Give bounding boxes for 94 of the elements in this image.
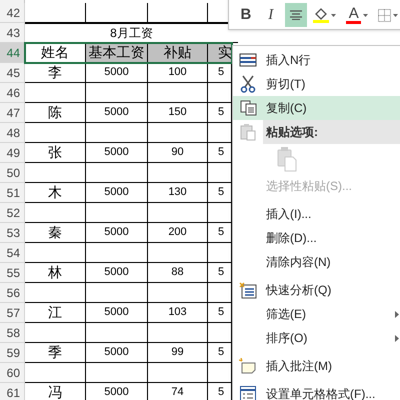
row-number[interactable]: 48 (0, 123, 25, 143)
column-header: 补贴 (148, 43, 208, 63)
menu-item[interactable]: 删除(D)... (233, 226, 400, 250)
note-icon (239, 358, 257, 374)
empty-cell (148, 363, 208, 383)
menu-item[interactable]: 插入N行 (233, 48, 400, 72)
row-number[interactable]: 50 (0, 163, 25, 183)
table-cell: 5000 (86, 263, 148, 283)
table-cell: 季 (25, 343, 86, 363)
table-cell: 103 (148, 303, 208, 323)
menu-item[interactable]: 排序(O) (233, 326, 400, 350)
empty-cell (86, 323, 148, 343)
empty-cell (148, 83, 208, 103)
menu-item[interactable]: 复制(C) (233, 96, 400, 120)
clipboard-icon (240, 123, 256, 141)
copy-icon (240, 100, 256, 116)
table-cell: 5000 (86, 183, 148, 203)
table-cell: 李 (25, 63, 86, 83)
caret-icon (330, 14, 336, 16)
table-cell: 张 (25, 143, 86, 163)
table-cell: 木 (25, 183, 86, 203)
column-header: 基本工资 (86, 43, 148, 63)
empty-cell (148, 123, 208, 143)
table-cell: 200 (148, 223, 208, 243)
table-cell: 90 (148, 143, 208, 163)
empty-cell (86, 203, 148, 223)
section-header: 粘贴选项: (263, 120, 400, 144)
clipboard-icon (277, 146, 297, 172)
table-cell: 88 (148, 263, 208, 283)
table-cell: 5000 (86, 303, 148, 323)
row-number[interactable]: 60 (0, 363, 25, 383)
empty-cell (148, 323, 208, 343)
row-number[interactable]: 42 (0, 3, 25, 23)
row-number[interactable]: 51 (0, 183, 25, 203)
menu-item[interactable]: 插入(I)... (233, 202, 400, 226)
empty-cell (148, 243, 208, 263)
table-cell: 5000 (86, 383, 148, 400)
empty-cell (86, 83, 148, 103)
empty-cell (148, 203, 208, 223)
empty-cell (86, 123, 148, 143)
row-number[interactable]: 59 (0, 343, 25, 363)
menu-item[interactable]: 剪切(T) (233, 72, 400, 96)
row-number[interactable]: 53 (0, 223, 25, 243)
table-cell: 5000 (86, 103, 148, 123)
font-color-button[interactable]: A (342, 3, 372, 27)
table-cell: 冯 (25, 383, 86, 400)
table-cell: 秦 (25, 223, 86, 243)
empty-cell (148, 163, 208, 183)
caret-icon (393, 14, 398, 16)
table-cell: 5000 (86, 223, 148, 243)
menu-item[interactable]: 清除内容(N) (233, 250, 400, 274)
caret-icon (363, 14, 368, 16)
align-button[interactable] (284, 3, 307, 27)
empty-cell (148, 283, 208, 303)
table-cell: 林 (25, 263, 86, 283)
row-number[interactable]: 58 (0, 323, 25, 343)
italic-button[interactable]: I (260, 3, 282, 27)
row-number[interactable]: 46 (0, 83, 25, 103)
quick-analysis-icon (239, 282, 257, 298)
row-number[interactable]: 56 (0, 283, 25, 303)
row-number[interactable]: 55 (0, 263, 25, 283)
table-cell: 5000 (86, 143, 148, 163)
row-number[interactable]: 52 (0, 203, 25, 223)
empty-cell (86, 243, 148, 263)
borders-icon (378, 8, 392, 22)
table-cell: 5000 (86, 63, 148, 83)
menu-item[interactable]: 插入批注(M) (233, 354, 400, 378)
scissors-icon (240, 75, 256, 93)
row-number[interactable]: 49 (0, 143, 25, 163)
row-number[interactable]: 61 (0, 383, 25, 400)
row-number[interactable]: 57 (0, 303, 25, 323)
menu-item[interactable]: 快速分析(Q) (233, 278, 400, 302)
bold-button[interactable]: B (235, 3, 257, 27)
table-cell: 74 (148, 383, 208, 400)
row-number[interactable]: 45 (0, 63, 25, 83)
table-cell: 99 (148, 343, 208, 363)
table-cell: 150 (148, 103, 208, 123)
fill-bucket-icon (312, 6, 329, 24)
row-number[interactable]: 54 (0, 243, 25, 263)
table-cell: 100 (148, 63, 208, 83)
table-cell: 陈 (25, 103, 86, 123)
empty-cell (86, 283, 148, 303)
table-cell: 5000 (86, 343, 148, 363)
row-number[interactable]: 47 (0, 103, 25, 123)
row-number[interactable]: 44 (0, 43, 25, 63)
empty-cell (86, 3, 148, 23)
align-center-icon (290, 10, 302, 20)
table-cell: 江 (25, 303, 86, 323)
insert-rows-icon (239, 53, 257, 67)
table-cell: 130 (148, 183, 208, 203)
empty-cell (86, 163, 148, 183)
row-number[interactable]: 43 (0, 23, 25, 43)
menu-item[interactable]: 筛选(E) (233, 302, 400, 326)
empty-cell (86, 363, 148, 383)
